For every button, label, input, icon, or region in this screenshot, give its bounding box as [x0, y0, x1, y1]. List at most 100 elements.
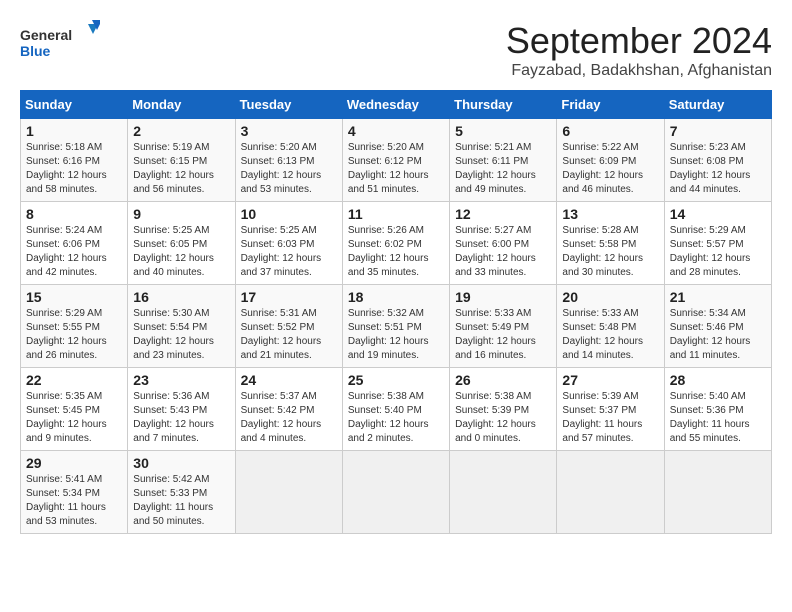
calendar-cell: 25 Sunrise: 5:38 AMSunset: 5:40 PMDayligh… — [342, 368, 449, 451]
day-info: Sunrise: 5:36 AMSunset: 5:43 PMDaylight:… — [133, 391, 214, 444]
day-number: 17 — [241, 289, 337, 305]
day-number: 30 — [133, 455, 229, 471]
calendar-cell: 24Sunrise: 5:37 AMSunset: 5:42 PMDayligh… — [235, 368, 342, 451]
day-info: Sunrise: 5:22 AMSunset: 6:09 PMDaylight:… — [562, 142, 643, 195]
day-info: Sunrise: 5:20 AMSunset: 6:13 PMDaylight:… — [241, 142, 322, 195]
dow-header-friday: Friday — [557, 91, 664, 119]
calendar-cell: 22 Sunrise: 5:35 AMSunset: 5:45 PMDayligh… — [21, 368, 128, 451]
day-number: 22 — [26, 372, 122, 388]
day-info: Sunrise: 5:25 AMSunset: 6:05 PMDaylight:… — [133, 225, 214, 278]
day-info: Sunrise: 5:37 AMSunset: 5:42 PMDaylight:… — [241, 391, 322, 444]
day-info: Sunrise: 5:30 AMSunset: 5:54 PMDaylight:… — [133, 308, 214, 361]
svg-text:Blue: Blue — [20, 43, 51, 59]
calendar-cell: 13 Sunrise: 5:28 AMSunset: 5:58 PMDayligh… — [557, 202, 664, 285]
calendar-cell: 8 Sunrise: 5:24 AMSunset: 6:06 PMDaylight… — [21, 202, 128, 285]
day-info: Sunrise: 5:39 AMSunset: 5:37 PMDaylight:… — [562, 391, 642, 444]
calendar-cell: 15 Sunrise: 5:29 AMSunset: 5:55 PMDayligh… — [21, 285, 128, 368]
day-info: Sunrise: 5:29 AMSunset: 5:55 PMDaylight:… — [26, 308, 107, 361]
day-info: Sunrise: 5:21 AMSunset: 6:11 PMDaylight:… — [455, 142, 536, 195]
calendar-cell: 10 Sunrise: 5:25 AMSunset: 6:03 PMDayligh… — [235, 202, 342, 285]
day-number: 4 — [348, 123, 444, 139]
day-number: 21 — [670, 289, 766, 305]
day-number: 1 — [26, 123, 122, 139]
calendar-cell: 27 Sunrise: 5:39 AMSunset: 5:37 PMDayligh… — [557, 368, 664, 451]
title-block: September 2024 Fayzabad, Badakhshan, Afg… — [506, 20, 772, 80]
calendar-cell: 5 Sunrise: 5:21 AMSunset: 6:11 PMDaylight… — [450, 119, 557, 202]
day-info: Sunrise: 5:38 AMSunset: 5:39 PMDaylight:… — [455, 391, 536, 444]
calendar-cell: 20 Sunrise: 5:33 AMSunset: 5:48 PMDayligh… — [557, 285, 664, 368]
dow-header-tuesday: Tuesday — [235, 91, 342, 119]
logo: General Blue — [20, 20, 100, 65]
day-number: 11 — [348, 206, 444, 222]
calendar-cell: 17 Sunrise: 5:31 AMSunset: 5:52 PMDayligh… — [235, 285, 342, 368]
calendar-cell: 16 Sunrise: 5:30 AMSunset: 5:54 PMDayligh… — [128, 285, 235, 368]
calendar-cell — [557, 451, 664, 534]
calendar-cell: 7 Sunrise: 5:23 AMSunset: 6:08 PMDaylight… — [664, 119, 771, 202]
day-number: 16 — [133, 289, 229, 305]
svg-text:General: General — [20, 27, 72, 43]
day-number: 27 — [562, 372, 658, 388]
calendar-cell: 30 Sunrise: 5:42 AMSunset: 5:33 PMDayligh… — [128, 451, 235, 534]
calendar-cell — [664, 451, 771, 534]
calendar-cell: 26 Sunrise: 5:38 AMSunset: 5:39 PMDayligh… — [450, 368, 557, 451]
day-info: Sunrise: 5:41 AMSunset: 5:34 PMDaylight:… — [26, 474, 106, 527]
calendar-cell: 14 Sunrise: 5:29 AMSunset: 5:57 PMDayligh… — [664, 202, 771, 285]
calendar-cell — [342, 451, 449, 534]
calendar-cell: 11 Sunrise: 5:26 AMSunset: 6:02 PMDayligh… — [342, 202, 449, 285]
day-info: Sunrise: 5:26 AMSunset: 6:02 PMDaylight:… — [348, 225, 429, 278]
day-number: 13 — [562, 206, 658, 222]
day-number: 2 — [133, 123, 229, 139]
day-info: Sunrise: 5:28 AMSunset: 5:58 PMDaylight:… — [562, 225, 643, 278]
dow-header-saturday: Saturday — [664, 91, 771, 119]
day-info: Sunrise: 5:19 AMSunset: 6:15 PMDaylight:… — [133, 142, 214, 195]
day-number: 7 — [670, 123, 766, 139]
day-info: Sunrise: 5:32 AMSunset: 5:51 PMDaylight:… — [348, 308, 429, 361]
day-info: Sunrise: 5:42 AMSunset: 5:33 PMDaylight:… — [133, 474, 213, 527]
calendar-cell: 21 Sunrise: 5:34 AMSunset: 5:46 PMDayligh… — [664, 285, 771, 368]
day-number: 15 — [26, 289, 122, 305]
day-info: Sunrise: 5:35 AMSunset: 5:45 PMDaylight:… — [26, 391, 107, 444]
dow-header-wednesday: Wednesday — [342, 91, 449, 119]
calendar-cell: 9 Sunrise: 5:25 AMSunset: 6:05 PMDaylight… — [128, 202, 235, 285]
calendar-cell: 29Sunrise: 5:41 AMSunset: 5:34 PMDayligh… — [21, 451, 128, 534]
calendar-cell: 12 Sunrise: 5:27 AMSunset: 6:00 PMDayligh… — [450, 202, 557, 285]
day-info: Sunrise: 5:29 AMSunset: 5:57 PMDaylight:… — [670, 225, 751, 278]
day-number: 12 — [455, 206, 551, 222]
month-title: September 2024 — [506, 20, 772, 62]
day-number: 20 — [562, 289, 658, 305]
calendar-cell: 23Sunrise: 5:36 AMSunset: 5:43 PMDayligh… — [128, 368, 235, 451]
day-number: 8 — [26, 206, 122, 222]
day-info: Sunrise: 5:18 AMSunset: 6:16 PMDaylight:… — [26, 142, 107, 195]
day-number: 6 — [562, 123, 658, 139]
day-info: Sunrise: 5:38 AMSunset: 5:40 PMDaylight:… — [348, 391, 429, 444]
day-number: 9 — [133, 206, 229, 222]
location-subtitle: Fayzabad, Badakhshan, Afghanistan — [506, 62, 772, 80]
dow-header-monday: Monday — [128, 91, 235, 119]
day-number: 26 — [455, 372, 551, 388]
day-number: 3 — [241, 123, 337, 139]
calendar-cell: 2 Sunrise: 5:19 AMSunset: 6:15 PMDaylight… — [128, 119, 235, 202]
calendar-cell — [450, 451, 557, 534]
dow-header-sunday: Sunday — [21, 91, 128, 119]
calendar-cell: 6 Sunrise: 5:22 AMSunset: 6:09 PMDaylight… — [557, 119, 664, 202]
calendar-cell: 18 Sunrise: 5:32 AMSunset: 5:51 PMDayligh… — [342, 285, 449, 368]
day-info: Sunrise: 5:27 AMSunset: 6:00 PMDaylight:… — [455, 225, 536, 278]
day-number: 18 — [348, 289, 444, 305]
day-number: 28 — [670, 372, 766, 388]
day-info: Sunrise: 5:31 AMSunset: 5:52 PMDaylight:… — [241, 308, 322, 361]
day-number: 19 — [455, 289, 551, 305]
calendar-cell: 28Sunrise: 5:40 AMSunset: 5:36 PMDayligh… — [664, 368, 771, 451]
calendar-cell: 19Sunrise: 5:33 AMSunset: 5:49 PMDayligh… — [450, 285, 557, 368]
day-info: Sunrise: 5:33 AMSunset: 5:48 PMDaylight:… — [562, 308, 643, 361]
day-info: Sunrise: 5:24 AMSunset: 6:06 PMDaylight:… — [26, 225, 107, 278]
dow-header-thursday: Thursday — [450, 91, 557, 119]
day-number: 5 — [455, 123, 551, 139]
day-info: Sunrise: 5:23 AMSunset: 6:08 PMDaylight:… — [670, 142, 751, 195]
day-info: Sunrise: 5:34 AMSunset: 5:46 PMDaylight:… — [670, 308, 751, 361]
day-info: Sunrise: 5:20 AMSunset: 6:12 PMDaylight:… — [348, 142, 429, 195]
calendar-cell: 4 Sunrise: 5:20 AMSunset: 6:12 PMDaylight… — [342, 119, 449, 202]
day-number: 10 — [241, 206, 337, 222]
day-number: 25 — [348, 372, 444, 388]
day-info: Sunrise: 5:25 AMSunset: 6:03 PMDaylight:… — [241, 225, 322, 278]
day-number: 14 — [670, 206, 766, 222]
